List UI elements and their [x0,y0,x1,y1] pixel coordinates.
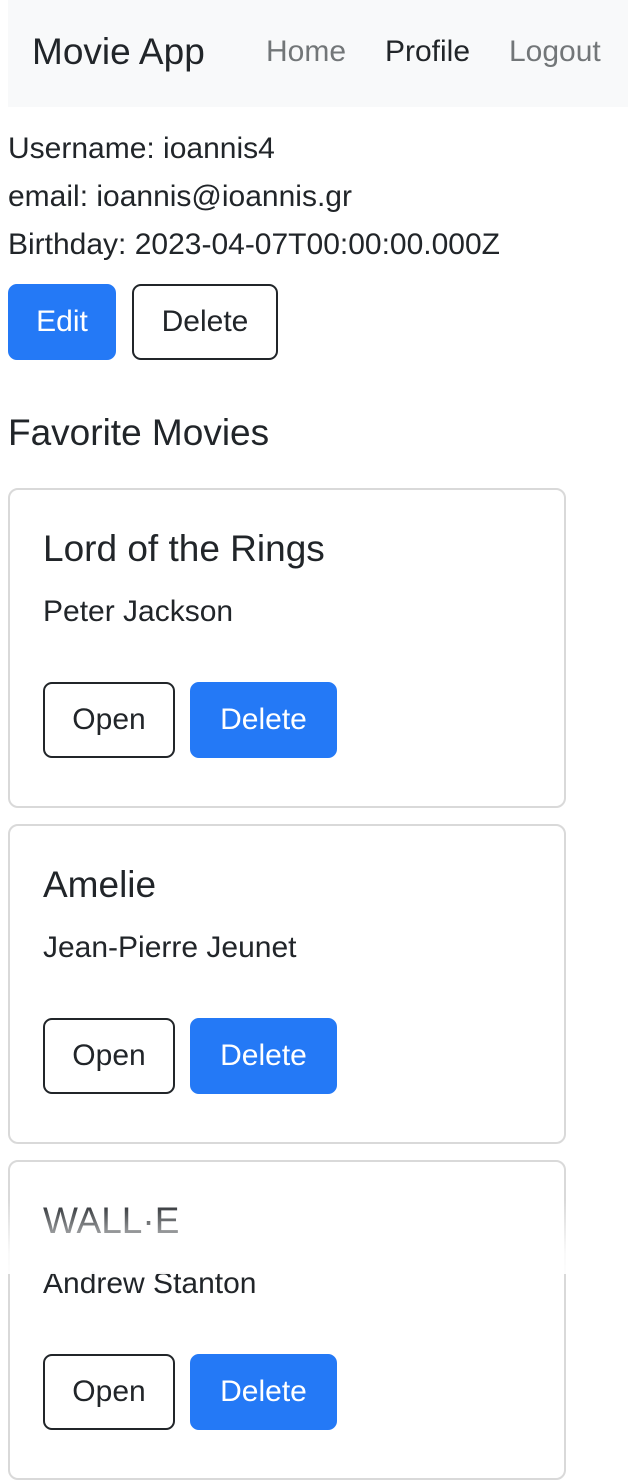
open-movie-button[interactable]: Open [43,682,175,758]
nav-link-logout[interactable]: Logout [509,32,601,72]
movie-title: Lord of the Rings [43,528,325,569]
movie-title: WALL·E [43,1200,180,1241]
movie-card: WALL·E Andrew Stanton Open Delete [8,1160,566,1480]
remove-favorite-button[interactable]: Delete [190,1354,337,1430]
remove-favorite-button[interactable]: Delete [190,682,337,758]
navbar-brand[interactable]: Movie App [32,30,205,74]
movie-title: Amelie [43,864,157,905]
navbar: Movie App Home Profile Logout [8,0,628,107]
movie-director: Andrew Stanton [43,1267,257,1300]
birthday-text: Birthday: 2023-04-07T00:00:00.000Z [8,228,500,261]
open-movie-button[interactable]: Open [43,1354,175,1430]
nav-link-home[interactable]: Home [266,32,346,72]
movie-director: Peter Jackson [43,595,234,628]
remove-favorite-button[interactable]: Delete [190,1018,337,1094]
nav-link-profile[interactable]: Profile [385,32,470,72]
email-text: email: ioannis@ioannis.gr [8,180,352,213]
delete-account-button[interactable]: Delete [132,284,278,360]
movie-director: Jean-Pierre Jeunet [43,931,297,964]
open-movie-button[interactable]: Open [43,1018,175,1094]
favorite-movies-heading: Favorite Movies [8,412,270,453]
movie-card: Amelie Jean-Pierre Jeunet Open Delete [8,824,566,1144]
username-text: Username: ioannis4 [8,132,275,165]
edit-profile-button[interactable]: Edit [8,284,116,360]
movie-card: Lord of the Rings Peter Jackson Open Del… [8,488,566,808]
